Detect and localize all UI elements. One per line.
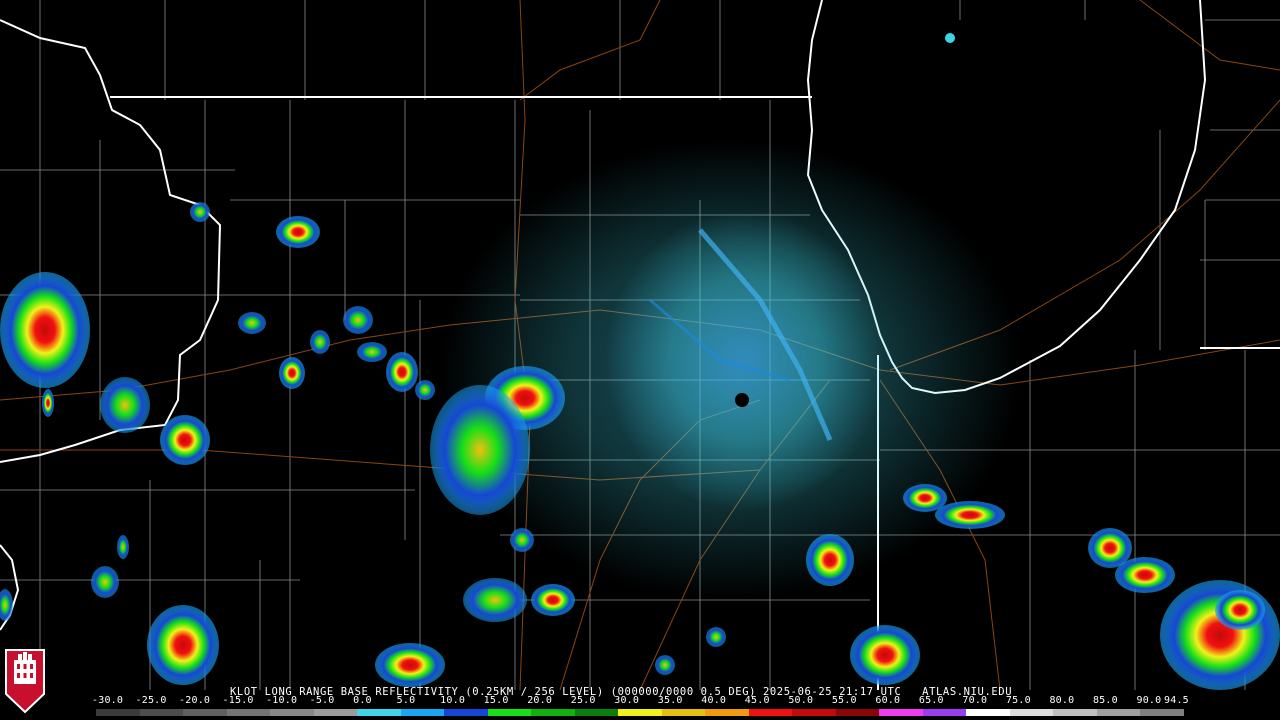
storm-cell	[386, 352, 418, 392]
colorscale-segment	[1009, 709, 1054, 716]
storm-cell	[160, 415, 210, 465]
colorscale-segment	[357, 709, 401, 716]
colorscale-segment	[879, 709, 923, 716]
storm-cell	[510, 528, 534, 552]
colorscale-tick: 85.0	[1092, 695, 1118, 706]
colorscale-segment	[487, 709, 532, 716]
storm-cell	[310, 330, 330, 354]
storm-cell	[706, 627, 726, 647]
niu-logo	[4, 646, 46, 716]
storm-cell	[850, 625, 920, 685]
colorscale-segment	[226, 709, 271, 716]
colorscale-segment	[618, 709, 662, 716]
storm-cell	[1160, 580, 1280, 690]
colorscale-tick: 10.0	[440, 695, 466, 706]
colorscale-segment	[313, 709, 358, 716]
storm-cell	[279, 357, 305, 389]
storm-cell	[100, 377, 150, 433]
colorscale-tick: -25.0	[135, 695, 167, 706]
colorscale-segment	[792, 709, 836, 716]
radar-map	[0, 0, 1280, 691]
colorscale-tick: 40.0	[701, 695, 727, 706]
storm-cell	[806, 534, 854, 586]
storm-cell	[430, 385, 530, 515]
colorscale-bar	[96, 709, 1184, 716]
colorscale-tick: 90.0	[1136, 695, 1162, 706]
storm-cell	[0, 589, 13, 621]
storm-cell	[42, 389, 54, 417]
colorscale-tick: 80.0	[1049, 695, 1075, 706]
colorscale-segment	[1096, 709, 1141, 716]
colorscale-ticks: -30.0 -25.0 -20.0 -15.0 -10.0 -5.0 0.0 5.0 10.0 1…	[92, 695, 1194, 709]
colorscale-tick: 35.0	[657, 695, 683, 706]
colorscale-segment	[574, 709, 619, 716]
colorscale-segment	[1053, 709, 1097, 716]
colorscale-tick: 15.0	[483, 695, 509, 706]
colorscale-tick: -5.0	[309, 695, 335, 706]
colorscale-segment	[922, 709, 967, 716]
colorscale-segment	[835, 709, 880, 716]
storm-cell	[463, 578, 527, 622]
storm-cell	[117, 535, 129, 559]
colorscale-tick: 60.0	[875, 695, 901, 706]
storm-cell	[375, 643, 445, 687]
storm-cell	[415, 380, 435, 400]
colorscale-segment	[705, 709, 749, 716]
colorscale-tick: -10.0	[266, 695, 298, 706]
storm-cell	[190, 202, 210, 222]
colorscale-tick: 70.0	[962, 695, 988, 706]
storm-cell	[238, 312, 266, 334]
storm-cell	[357, 342, 387, 362]
storm-cell	[0, 272, 90, 388]
colorscale-tick: 30.0	[614, 695, 640, 706]
colorscale-tick: -20.0	[179, 695, 211, 706]
colorscale-tick: 75.0	[1005, 695, 1031, 706]
colorscale-segment	[444, 709, 488, 716]
storm-cell	[655, 655, 675, 675]
colorscale-segment	[1140, 709, 1184, 716]
colorscale-segment	[400, 709, 445, 716]
colorscale-tick: 50.0	[788, 695, 814, 706]
colorscale-tick: 65.0	[918, 695, 944, 706]
colorscale-tick: 5.0	[396, 695, 416, 706]
colorscale-tick: 45.0	[744, 695, 770, 706]
colorscale-segment	[661, 709, 706, 716]
colorscale-segment	[139, 709, 184, 716]
storm-cell	[276, 216, 320, 248]
storm-cell	[343, 306, 373, 334]
colorscale-tick: 25.0	[570, 695, 596, 706]
storm-cell	[91, 566, 119, 598]
colorscale-segment	[270, 709, 314, 716]
colorscale-tick: -30.0	[92, 695, 124, 706]
storm-cell	[147, 605, 219, 685]
storm-cell	[1115, 557, 1175, 593]
storm-cell	[935, 501, 1005, 529]
colorscale-tick: 55.0	[831, 695, 857, 706]
colorscale-segment	[966, 709, 1010, 716]
colorscale-tick: 20.0	[527, 695, 553, 706]
colorscale-tick: 94.5	[1164, 695, 1189, 706]
colorscale-tick: 0.0	[353, 695, 372, 706]
colorscale-segment	[96, 709, 140, 716]
storm-cell	[531, 584, 575, 616]
radar-site-marker	[735, 393, 749, 407]
colorscale-segment	[183, 709, 227, 716]
storm-cell	[1215, 590, 1265, 630]
colorscale-tick: -15.0	[222, 695, 254, 706]
colorscale-segment	[531, 709, 575, 716]
colorscale-segment	[748, 709, 793, 716]
storm-cell	[945, 33, 955, 43]
radar-viewer: KLOT LONG RANGE BASE REFLECTIVITY (0.25K…	[0, 0, 1280, 720]
